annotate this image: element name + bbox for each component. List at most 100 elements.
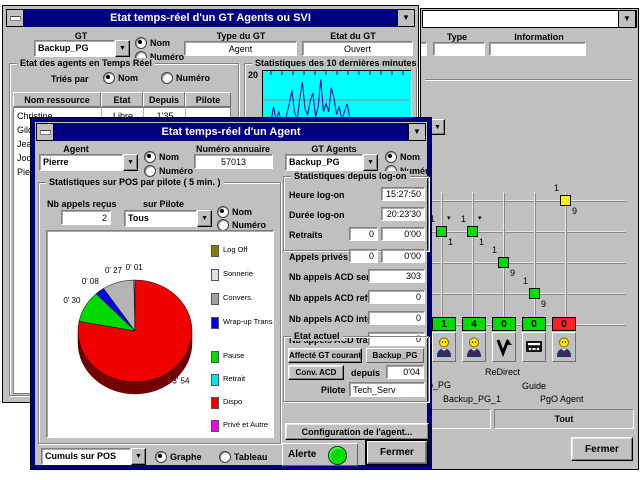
legend-label: Privé et Autre bbox=[223, 420, 268, 432]
gt-name-label: ReDirect bbox=[485, 367, 520, 377]
legend-label: Sonnerie bbox=[223, 269, 253, 281]
acd-row-label: Nb appels ACD refusés bbox=[289, 293, 388, 303]
legend-item-log-off: Log Off bbox=[211, 245, 271, 257]
fermer-button-agent[interactable]: Fermer bbox=[365, 439, 429, 466]
gt-name-label: PgO Agent bbox=[540, 394, 584, 404]
legend-label: Convers. bbox=[223, 293, 253, 305]
depuis-label: depuis bbox=[351, 368, 380, 378]
duree-logon-label: Durée log-on bbox=[289, 210, 345, 220]
pie-value-label: 0' 08 bbox=[82, 277, 100, 286]
window-gt-overview: ▼ Type Information ▼ 1▾11▾1191919 14000 … bbox=[420, 8, 639, 470]
legend-item-dispo: Dispo bbox=[211, 397, 271, 409]
legend-item-wrap-up-transaction: Wrap-up Transaction bbox=[211, 317, 271, 329]
pie-value-label: 0' 27 bbox=[105, 266, 123, 275]
heure-logon-label: Heure log-on bbox=[289, 190, 345, 200]
maximize-button[interactable]: ▼ bbox=[408, 123, 426, 141]
legend-item-convers-: Convers. bbox=[211, 293, 271, 305]
appels-prives-label: Appels privés bbox=[289, 252, 348, 262]
combo-arrow-icon[interactable]: ▼ bbox=[123, 154, 138, 171]
combo-arrow-icon[interactable]: ▼ bbox=[363, 154, 378, 171]
pilote-value: Tech_Serv bbox=[349, 382, 425, 397]
legend-item-priv-et-autre: Privé et Autre bbox=[211, 420, 271, 432]
combo-arrow-icon[interactable]: ▼ bbox=[131, 448, 146, 465]
nb-appels-recus-label: Nb appels reçus bbox=[47, 199, 117, 209]
nb-appels-recus-value: 2 bbox=[61, 210, 111, 225]
acd-row-value: 0 bbox=[368, 290, 425, 304]
sur-pilote-label: sur Pilote bbox=[143, 199, 184, 209]
legend-label: Log Off bbox=[223, 245, 247, 257]
titlebar-agent-detail[interactable]: Etat temps-réel d'un Agent ▼ bbox=[36, 123, 426, 141]
window-agent-detail: Etat temps-réel d'un Agent ▼ Agent Pierr… bbox=[30, 117, 432, 470]
agent-combo[interactable]: Pierre▼ bbox=[39, 154, 138, 171]
legend-swatch bbox=[211, 269, 219, 281]
window-title: Etat temps-réel d'un Agent bbox=[54, 126, 408, 138]
system-menu-icon bbox=[40, 130, 51, 135]
legend-swatch bbox=[211, 374, 219, 386]
conv-acd-button[interactable]: Conv. ACD bbox=[288, 365, 344, 380]
radio-tableau[interactable]: Tableau bbox=[219, 451, 267, 463]
fermer-button-gt-overview[interactable]: Fermer bbox=[571, 437, 633, 461]
acd-row-value: 303 bbox=[368, 269, 425, 283]
heure-logon-value: 15:27:50 bbox=[381, 187, 425, 201]
pie-value-label: 3' 54 bbox=[172, 376, 190, 385]
alerte-status-light bbox=[328, 446, 347, 465]
legend-swatch bbox=[211, 420, 219, 432]
alerte-label: Alerte bbox=[288, 449, 316, 460]
ymax-tick-label: 20 bbox=[248, 70, 258, 80]
legend-label: Retrait bbox=[223, 374, 245, 386]
legend-item-pause: Pause bbox=[211, 351, 271, 363]
depuis-value: 0'04 bbox=[386, 365, 424, 379]
affecte-gt-courant-button[interactable]: Affecté GT courant bbox=[288, 348, 362, 363]
retraits-count: 0 bbox=[349, 227, 378, 241]
statusbar-segment-left bbox=[423, 409, 491, 429]
cumuls-combo[interactable]: Cumuls sur POS▼ bbox=[41, 448, 146, 465]
pie-legend: Log Off Sonnerie Convers. Wrap-up Transacti… bbox=[211, 241, 273, 437]
gt-name-label: Backup_PG_1 bbox=[443, 394, 501, 404]
agent-label: Agent bbox=[41, 144, 111, 154]
radio-agent-nom[interactable]: Nom bbox=[144, 151, 179, 163]
sur-pilote-combo[interactable]: Tous▼ bbox=[124, 210, 212, 227]
retraits-label: Retraits bbox=[289, 230, 323, 240]
table-header-pilote[interactable]: Pilote bbox=[185, 92, 231, 107]
tout-label: Tout bbox=[555, 414, 574, 424]
legend-label: Dispo bbox=[223, 397, 242, 409]
statusbar-segment-tout: Tout bbox=[494, 409, 634, 429]
affecte-gt-value: Backup_PG bbox=[366, 348, 424, 363]
chevron-down-icon: ▼ bbox=[413, 128, 421, 136]
radio-agent-numero[interactable]: Numéro bbox=[144, 165, 193, 177]
pie-value-label: 0' 30 bbox=[63, 296, 81, 305]
appels-prives-count: 0 bbox=[349, 249, 378, 263]
radio-graphe[interactable]: Graphe bbox=[155, 451, 202, 463]
legend-item-retrait: Retrait bbox=[211, 374, 271, 386]
pie-chart-panel: 0' 010' 27 0' 08 0' 30 3' 54 Log Off Sonneri… bbox=[46, 230, 274, 438]
radio-gtagents-nom[interactable]: Nom bbox=[385, 151, 420, 163]
legend-swatch bbox=[211, 351, 219, 363]
legend-label: Wrap-up Transaction bbox=[223, 317, 274, 329]
duree-logon-value: 20:23'30 bbox=[381, 207, 425, 221]
acd-row-label: Nb appels ACD interceptés bbox=[289, 314, 404, 324]
configuration-agent-button[interactable]: Configuration de l'agent... bbox=[285, 423, 429, 440]
pilote-label: Pilote bbox=[321, 385, 346, 395]
legend-swatch bbox=[211, 317, 219, 329]
legend-item-sonnerie: Sonnerie bbox=[211, 269, 271, 281]
gt-agents-combo[interactable]: Backup_PG▼ bbox=[285, 154, 378, 171]
legend-label: Pause bbox=[223, 351, 244, 363]
pie-value-label: 0' 01 bbox=[126, 263, 144, 272]
legend-swatch bbox=[211, 293, 219, 305]
table-header-etat[interactable]: Etat bbox=[101, 92, 143, 107]
gt-agents-label: GT Agents bbox=[289, 144, 379, 154]
appels-prives-duration: 0'00 bbox=[381, 249, 425, 263]
numero-annuaire-label: Numéro annuaire bbox=[183, 144, 283, 154]
table-header-depuis[interactable]: Depuis bbox=[143, 92, 185, 107]
legend-swatch bbox=[211, 245, 219, 257]
legend-swatch bbox=[211, 397, 219, 409]
acd-row-value: 0 bbox=[368, 311, 425, 325]
system-menu-button[interactable] bbox=[36, 123, 54, 141]
gt-name-label: Guide bbox=[522, 381, 546, 391]
retraits-duration: 0'00 bbox=[381, 227, 425, 241]
gt-name-labels: ReDirectBackup_PGGuideBackup_PG_1PgO Age… bbox=[421, 9, 638, 469]
acd-row-label: Nb appels ACD servis bbox=[289, 272, 382, 282]
radio-pilote-nom[interactable]: Nom bbox=[217, 206, 252, 218]
combo-arrow-icon[interactable]: ▼ bbox=[197, 210, 212, 227]
table-header-nom-ressource[interactable]: Nom ressource bbox=[13, 92, 101, 107]
